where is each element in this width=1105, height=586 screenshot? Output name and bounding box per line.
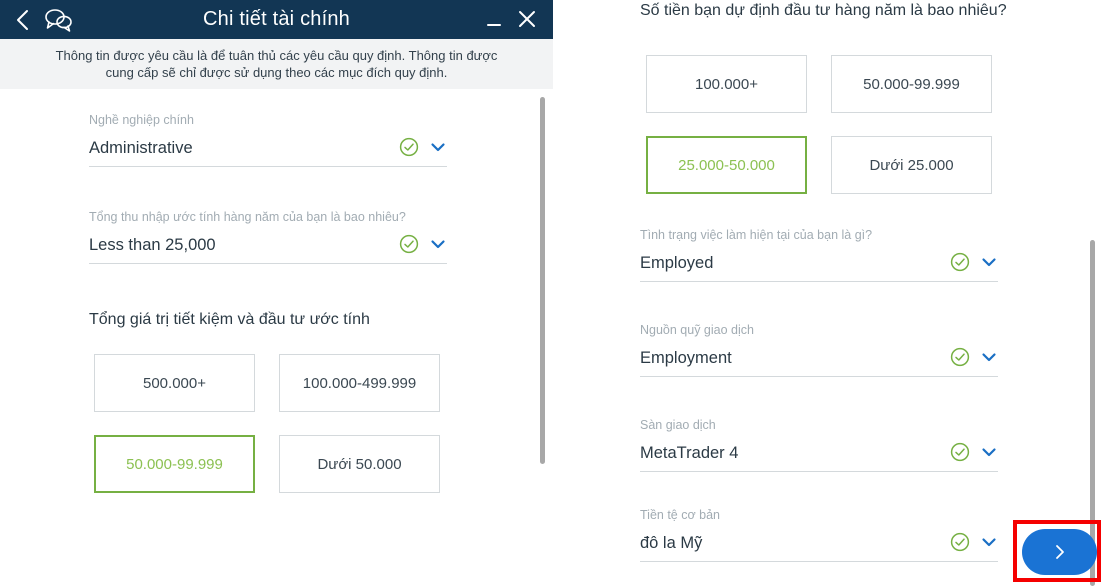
page-title: Chi tiết tài chính: [202, 8, 350, 30]
field-label: Tình trạng việc làm hiện tại của bạn là …: [640, 228, 873, 242]
field-annual-income: Tổng thu nhập ước tính hàng năm của bạn …: [89, 210, 447, 264]
dropdown-source-of-funds[interactable]: Employment: [640, 346, 998, 377]
field-status-icons: [950, 347, 998, 367]
investment-amount-question: Số tiền bạn dự định đầu tư hàng năm là b…: [640, 2, 1007, 19]
chevron-down-icon[interactable]: [429, 235, 447, 253]
option-savings-2[interactable]: 50.000-99.999: [94, 435, 255, 493]
field-value: Administrative: [89, 139, 193, 157]
chevron-down-icon[interactable]: [429, 138, 447, 156]
left-panel-scrollbar[interactable]: [540, 97, 545, 464]
check-circle-icon: [950, 442, 970, 462]
option-investment-3[interactable]: Dưới 25.000: [831, 136, 992, 194]
field-label: Sàn giao dịch: [640, 418, 716, 432]
field-value: Employment: [640, 349, 732, 367]
chevron-down-icon[interactable]: [980, 253, 998, 271]
savings-options-group: 500.000+ 100.000-499.999 50.000-99.999 D…: [94, 354, 440, 493]
option-savings-3[interactable]: Dưới 50.000: [279, 435, 440, 493]
chevron-down-icon[interactable]: [980, 533, 998, 551]
compliance-info-text: Thông tin được yêu cầu là để tuân thủ cá…: [55, 48, 498, 80]
field-label: Nghề nghiệp chính: [89, 113, 194, 127]
right-panel-scrollbar[interactable]: [1090, 240, 1095, 586]
field-label: Tổng thu nhập ước tính hàng năm của bạn …: [89, 210, 406, 224]
option-investment-0[interactable]: 100.000+: [646, 55, 807, 113]
option-savings-0[interactable]: 500.000+: [94, 354, 255, 412]
option-investment-2[interactable]: 25.000-50.000: [646, 136, 807, 194]
dropdown-main-occupation[interactable]: Administrative: [89, 136, 447, 167]
field-status-icons: [950, 442, 998, 462]
next-button[interactable]: [1022, 529, 1097, 575]
field-label: Tiền tệ cơ bản: [640, 508, 720, 522]
minimize-button[interactable]: [483, 9, 505, 31]
dropdown-trading-platform[interactable]: MetaTrader 4: [640, 441, 998, 472]
check-circle-icon: [399, 234, 419, 254]
chevron-down-icon[interactable]: [980, 348, 998, 366]
dropdown-annual-income[interactable]: Less than 25,000: [89, 233, 447, 264]
close-button[interactable]: [515, 7, 539, 31]
chevron-down-icon[interactable]: [980, 443, 998, 461]
field-value: MetaTrader 4: [640, 444, 739, 462]
check-circle-icon: [950, 252, 970, 272]
check-circle-icon: [950, 532, 970, 552]
savings-section-heading: Tổng giá trị tiết kiệm và đầu tư ước tín…: [89, 311, 370, 328]
option-savings-1[interactable]: 100.000-499.999: [279, 354, 440, 412]
check-circle-icon: [950, 347, 970, 367]
window-title-bar: Chi tiết tài chính: [0, 0, 553, 39]
field-label: Nguồn quỹ giao dịch: [640, 323, 754, 337]
compliance-info-banner: Thông tin được yêu cầu là để tuân thủ cá…: [0, 39, 553, 89]
left-form-panel: Nghề nghiệp chính Administrative Tổng th…: [0, 89, 553, 586]
check-circle-icon: [399, 137, 419, 157]
field-value: Employed: [640, 254, 714, 272]
field-status-icons: [950, 252, 998, 272]
field-trading-platform: Sàn giao dịch MetaTrader 4: [640, 418, 998, 472]
financial-details-window: Chi tiết tài chính Thông tin được yêu cầ…: [0, 0, 553, 586]
field-status-icons: [399, 234, 447, 254]
field-source-of-funds: Nguồn quỹ giao dịch Employment: [640, 323, 998, 377]
option-investment-1[interactable]: 50.000-99.999: [831, 55, 992, 113]
investment-options-group: 100.000+ 50.000-99.999 25.000-50.000 Dướ…: [646, 55, 992, 194]
field-status-icons: [950, 532, 998, 552]
dropdown-employment-status[interactable]: Employed: [640, 251, 998, 282]
right-form-panel: Số tiền bạn dự định đầu tư hàng năm là b…: [553, 0, 1105, 586]
field-base-currency: Tiền tệ cơ bản đô la Mỹ: [640, 508, 998, 562]
field-employment-status: Tình trạng việc làm hiện tại của bạn là …: [640, 228, 998, 282]
chevron-right-icon: [1050, 542, 1070, 562]
field-value: Less than 25,000: [89, 236, 216, 254]
field-status-icons: [399, 137, 447, 157]
field-value: đô la Mỹ: [640, 534, 703, 552]
field-main-occupation: Nghề nghiệp chính Administrative: [89, 113, 447, 167]
dropdown-base-currency[interactable]: đô la Mỹ: [640, 531, 998, 562]
